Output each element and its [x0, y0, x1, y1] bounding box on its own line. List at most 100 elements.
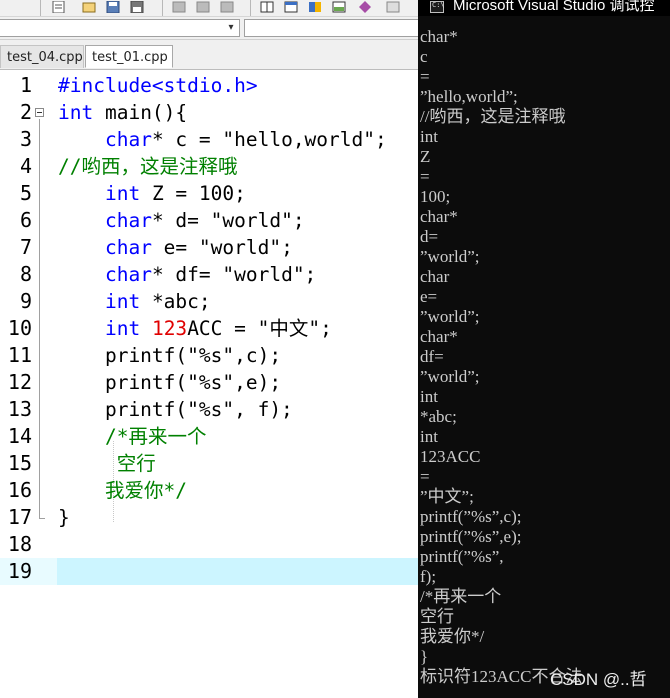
code-text: 我爱你*/ [58, 477, 187, 504]
window-icon[interactable] [284, 1, 298, 13]
console-line: char [420, 267, 450, 286]
line-number: 7 [19, 235, 32, 259]
code-token: /*再来一个 [104, 425, 207, 448]
fold-collapse-icon[interactable] [35, 108, 44, 117]
code-token: int [104, 182, 141, 205]
console-line: 100; [420, 187, 451, 206]
line-number: 17 [7, 505, 32, 529]
grid-icon[interactable] [260, 1, 274, 13]
console-line: ”world”; [420, 367, 480, 386]
scope-dropdown[interactable]: ▾ [0, 19, 240, 37]
tab-test-01-cpp[interactable]: test_01.cpp [85, 45, 173, 68]
code-line[interactable]: 16 我爱你*/ [0, 477, 420, 504]
code-line[interactable]: 15 空行 [0, 450, 420, 477]
console-line: Z [420, 147, 431, 166]
code-token: int [104, 317, 141, 340]
chevron-down-icon: ▾ [228, 22, 234, 33]
console-line: int [420, 387, 438, 406]
save-all-icon[interactable] [130, 1, 144, 13]
console-line: ”hello,world”; [420, 87, 518, 106]
cut-icon[interactable] [172, 1, 186, 13]
code-token: main(){ [93, 101, 188, 124]
code-line[interactable]: 17} [0, 504, 420, 531]
code-token: printf("%s", f); [58, 398, 293, 421]
code-line[interactable]: 7 char e= "world"; [0, 234, 420, 261]
code-editor[interactable]: 1 #include<stdio.h> 2 int main(){3 char* c … [0, 72, 420, 698]
code-token: char [104, 236, 152, 259]
code-text: printf("%s",e); [58, 369, 281, 396]
line-number: 14 [7, 424, 32, 448]
current-line-highlight [57, 558, 420, 585]
code-text: printf("%s", f); [58, 396, 293, 423]
console-line: 空行 [420, 607, 454, 626]
code-line[interactable]: 8 char* df= "world"; [0, 261, 420, 288]
line-number: 10 [7, 316, 32, 340]
open-file-icon[interactable] [82, 1, 96, 13]
code-line[interactable]: 13 printf("%s", f); [0, 396, 420, 423]
code-line[interactable]: 12 printf("%s",e); [0, 369, 420, 396]
code-text: int *abc; [58, 288, 211, 315]
console-line: printf(”%s”,c); [420, 507, 522, 526]
console-title: Microsoft Visual Studio 调试控 [453, 0, 655, 14]
console-line: = [420, 67, 430, 86]
line-number: 15 [7, 451, 32, 475]
code-text: //哟西，这是注释哦 [58, 153, 237, 180]
line-number: 8 [19, 262, 32, 286]
console-line: printf(”%s”, [420, 547, 504, 566]
console-line: //哟西，这是注释哦 [420, 107, 566, 126]
console-line: = [420, 167, 430, 186]
bookmark-icon[interactable] [358, 1, 372, 13]
console-line: ”world”; [420, 247, 480, 266]
line-number: 19 [7, 559, 32, 583]
debug-icon[interactable] [386, 1, 400, 13]
console-line: df= [420, 347, 444, 366]
console-line: 我爱你*/ [420, 627, 485, 646]
layout-icon[interactable] [308, 1, 322, 13]
code-line[interactable]: 9 int *abc; [0, 288, 420, 315]
code-text: int Z = 100; [58, 180, 246, 207]
code-line[interactable]: 2 int main(){ [0, 99, 420, 126]
paste-icon[interactable] [220, 1, 234, 13]
code-line[interactable]: 18 [0, 531, 420, 558]
code-text: printf("%s",c); [58, 342, 281, 369]
code-line[interactable]: 6 char* d= "world"; [0, 207, 420, 234]
symbol-dropdown[interactable] [244, 19, 420, 37]
code-token: int [104, 290, 141, 313]
code-token: } [58, 506, 70, 529]
code-line[interactable]: 14 /*再来一个 [0, 423, 420, 450]
toolbar-separator [162, 0, 163, 16]
code-token: 空行 [116, 452, 156, 475]
code-token: * d= "world"; [151, 209, 305, 232]
code-token: ACC = "中文"; [187, 317, 332, 340]
code-line[interactable]: 4 //哟西，这是注释哦 [0, 153, 420, 180]
console-line: ”world”; [420, 307, 480, 326]
panel-icon[interactable] [332, 1, 346, 13]
code-token: //哟西，这是注释哦 [58, 155, 238, 178]
code-line[interactable]: 11 printf("%s",c); [0, 342, 420, 369]
line-number: 18 [7, 532, 32, 556]
code-line[interactable]: 1 #include<stdio.h> [0, 72, 420, 99]
save-icon[interactable] [106, 1, 120, 13]
code-line[interactable]: 19 [0, 558, 420, 585]
code-line[interactable]: 3 char* c = "hello,world"; [0, 126, 420, 153]
code-line[interactable]: 5 int Z = 100; [0, 180, 420, 207]
console-line: char* [420, 207, 458, 226]
code-line[interactable]: 10 int 123ACC = "中文"; [0, 315, 420, 342]
code-token: char [104, 209, 152, 232]
copy-icon[interactable] [196, 1, 210, 13]
ide-window: ▾ test_04.cpp test_01.cpp 1 #include<stdi… [0, 0, 420, 698]
console-line: char* [420, 327, 458, 346]
new-file-icon[interactable] [52, 1, 66, 13]
tab-test-04-cpp[interactable]: test_04.cpp [0, 45, 84, 68]
code-token: 我爱你*/ [104, 479, 187, 502]
debug-console-window: C:\ Microsoft Visual Studio 调试控 char* c =”… [418, 0, 670, 698]
console-line: f); [420, 567, 437, 586]
code-text: #include<stdio.h> [58, 72, 258, 99]
line-number: 16 [7, 478, 32, 502]
line-number: 11 [7, 343, 32, 367]
